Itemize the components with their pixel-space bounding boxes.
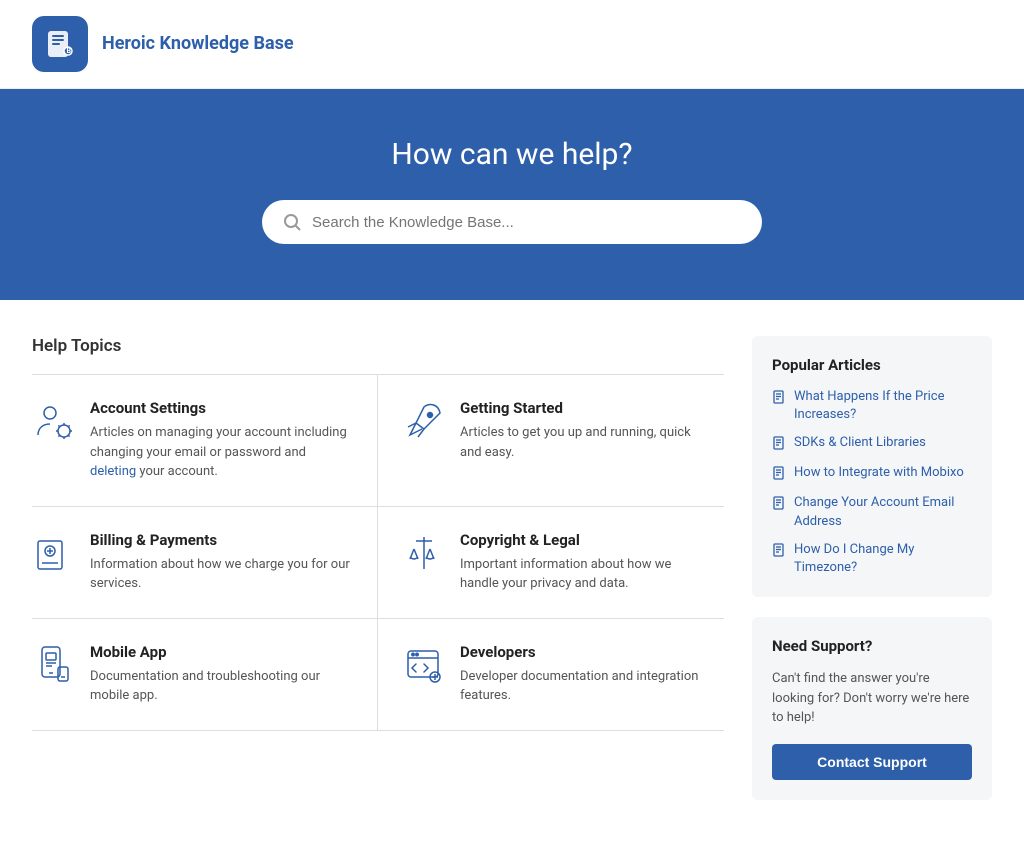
svg-text:B: B [67, 47, 72, 55]
topic-item-billing[interactable]: Billing & Payments Information about how… [32, 507, 378, 619]
topic-title-mobile: Mobile App [90, 643, 353, 661]
need-support-panel: Need Support? Can't find the answer you'… [752, 617, 992, 800]
topic-title-developers: Developers [460, 643, 708, 661]
legal-icon [402, 531, 446, 575]
article-icon-3 [772, 495, 786, 514]
article-item-2: How to Integrate with Mobixo [772, 464, 972, 484]
topic-content-account-settings: Account Settings Articles on managing yo… [90, 399, 353, 482]
topic-content-mobile: Mobile App Documentation and troubleshoo… [90, 643, 353, 706]
article-link-3[interactable]: Change Your Account Email Address [794, 494, 972, 530]
article-list: What Happens If the Price Increases? SDK… [772, 388, 972, 577]
topic-content-getting-started: Getting Started Articles to get you up a… [460, 399, 708, 462]
header: B Heroic Knowledge Base [0, 0, 1024, 89]
article-item-1: SDKs & Client Libraries [772, 434, 972, 454]
topic-item-developers[interactable]: Developers Developer documentation and i… [378, 619, 724, 731]
billing-icon [32, 531, 76, 575]
mobile-icon [32, 643, 76, 687]
topics-grid: Account Settings Articles on managing yo… [32, 375, 724, 731]
topic-desc-legal: Important information about how we handl… [460, 555, 708, 594]
topic-content-billing: Billing & Payments Information about how… [90, 531, 353, 594]
logo-icon: B [32, 16, 88, 72]
popular-articles-panel: Popular Articles What Happens If the Pri… [752, 336, 992, 597]
topic-title-billing: Billing & Payments [90, 531, 353, 549]
popular-articles-title: Popular Articles [772, 356, 972, 374]
hero-section: How can we help? [0, 89, 1024, 300]
search-input[interactable] [312, 214, 742, 231]
article-icon-1 [772, 435, 786, 454]
topic-desc-account-settings: Articles on managing your account includ… [90, 423, 353, 482]
help-topics-title: Help Topics [32, 336, 724, 356]
topic-title-account-settings: Account Settings [90, 399, 353, 417]
topic-content-legal: Copyright & Legal Important information … [460, 531, 708, 594]
sidebar: Popular Articles What Happens If the Pri… [752, 336, 992, 820]
topic-item-getting-started[interactable]: Getting Started Articles to get you up a… [378, 375, 724, 507]
topic-desc-mobile: Documentation and troubleshooting our mo… [90, 667, 353, 706]
article-link-0[interactable]: What Happens If the Price Increases? [794, 388, 972, 424]
search-icon [282, 212, 302, 232]
article-icon-4 [772, 542, 786, 561]
search-bar [262, 200, 762, 244]
contact-support-button[interactable]: Contact Support [772, 744, 972, 780]
article-item-4: How Do I Change My Timezone? [772, 541, 972, 577]
topic-desc-billing: Information about how we charge you for … [90, 555, 353, 594]
article-link-4[interactable]: How Do I Change My Timezone? [794, 541, 972, 577]
logo-text: Heroic Knowledge Base [102, 32, 294, 55]
topic-title-getting-started: Getting Started [460, 399, 708, 417]
article-item-0: What Happens If the Price Increases? [772, 388, 972, 424]
article-link-1[interactable]: SDKs & Client Libraries [794, 434, 926, 452]
topic-item-account-settings[interactable]: Account Settings Articles on managing yo… [32, 375, 378, 507]
article-link-2[interactable]: How to Integrate with Mobixo [794, 464, 964, 482]
topic-title-legal: Copyright & Legal [460, 531, 708, 549]
article-icon-0 [772, 389, 786, 408]
need-support-desc: Can't find the answer you're looking for… [772, 669, 972, 728]
hero-title: How can we help? [32, 137, 992, 172]
need-support-title: Need Support? [772, 637, 972, 655]
article-icon-2 [772, 465, 786, 484]
article-item-3: Change Your Account Email Address [772, 494, 972, 530]
topic-item-mobile[interactable]: Mobile App Documentation and troubleshoo… [32, 619, 378, 731]
rocket-icon [402, 399, 446, 443]
content-area: Help Topics [32, 336, 724, 820]
deleting-link[interactable]: deleting [90, 464, 136, 479]
topic-desc-developers: Developer documentation and integration … [460, 667, 708, 706]
topic-item-legal[interactable]: Copyright & Legal Important information … [378, 507, 724, 619]
topic-content-developers: Developers Developer documentation and i… [460, 643, 708, 706]
code-icon [402, 643, 446, 687]
user-gear-icon [32, 399, 76, 443]
topic-desc-getting-started: Articles to get you up and running, quic… [460, 423, 708, 462]
